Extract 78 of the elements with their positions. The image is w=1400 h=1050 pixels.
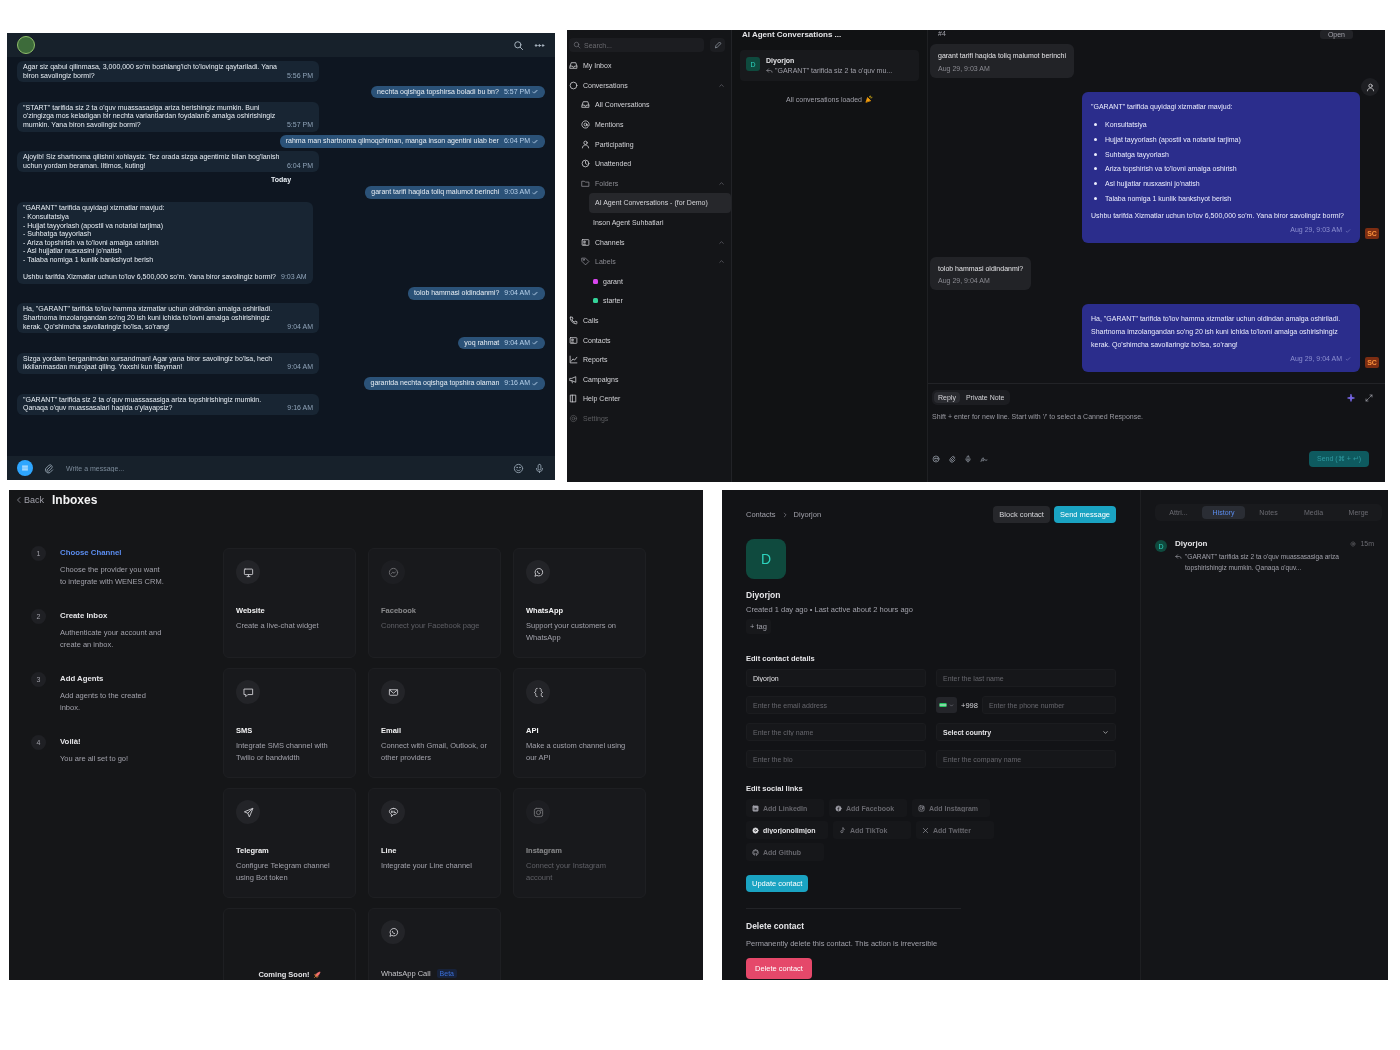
flag-icon	[939, 701, 947, 709]
contact-card-icon	[569, 335, 578, 345]
bullet-icon	[1094, 167, 1097, 171]
x-logo-icon	[922, 826, 929, 834]
folder-icon	[581, 178, 590, 188]
check-icon	[1345, 356, 1351, 363]
line-icon	[387, 806, 399, 818]
sticker-icon[interactable]	[513, 462, 524, 474]
chevron-right-icon	[781, 511, 788, 518]
compose-button[interactable]	[710, 38, 725, 52]
bullet-icon	[1094, 152, 1097, 156]
phone-icon	[569, 316, 578, 325]
whatsapp-icon	[387, 926, 399, 938]
double-check-icon	[532, 290, 539, 298]
country-code-dropdown[interactable]	[936, 697, 957, 713]
pencil-icon	[713, 41, 722, 49]
globe-icon	[752, 826, 759, 834]
chart-icon	[569, 355, 578, 365]
tag-icon	[581, 257, 590, 267]
facebook-icon	[835, 804, 842, 812]
chevron-up-icon	[718, 81, 725, 89]
double-check-icon	[532, 189, 539, 197]
double-check-icon	[532, 380, 539, 388]
tiktok-icon	[839, 826, 846, 834]
whatsapp-icon	[532, 566, 544, 578]
contact-name: Diyorjon	[746, 590, 782, 600]
bullet-icon	[1094, 196, 1097, 200]
check-icon	[1345, 227, 1351, 234]
bullet-icon	[1094, 123, 1097, 127]
contact-avatar: D	[746, 539, 786, 579]
reply-icon	[1175, 553, 1182, 560]
linkedin-icon	[752, 804, 759, 812]
braces-icon	[532, 686, 544, 698]
inbox-icon	[569, 61, 578, 71]
chevron-down-icon	[949, 702, 954, 708]
contact-name: Diyorjon	[1175, 539, 1208, 548]
expand-icon[interactable]	[1365, 393, 1373, 402]
book-icon	[569, 394, 578, 404]
assign-button[interactable]	[1361, 78, 1379, 96]
chevron-up-icon	[718, 238, 725, 246]
inbox-icon	[581, 100, 590, 110]
chevron-down-icon	[1102, 728, 1109, 736]
rocket-icon	[312, 970, 321, 979]
avatar	[17, 36, 35, 54]
bullet-icon	[1094, 137, 1097, 141]
section-title: Delete contact	[746, 921, 806, 931]
monitor-icon	[242, 566, 254, 578]
party-popper-icon	[864, 95, 873, 103]
double-check-icon	[532, 137, 539, 145]
search-icon	[573, 41, 581, 49]
megaphone-icon	[569, 374, 578, 384]
messenger-icon	[387, 566, 399, 578]
paper-plane-icon	[242, 806, 254, 818]
github-icon	[752, 848, 759, 856]
instagram-icon	[532, 806, 544, 818]
menu-button[interactable]	[17, 460, 33, 476]
person-icon	[1365, 82, 1375, 92]
double-check-icon	[532, 339, 539, 347]
clock-icon	[581, 159, 590, 169]
menu-icon	[20, 463, 30, 473]
chevron-up-icon	[718, 179, 725, 187]
page-title: Inboxes	[52, 493, 98, 507]
smiley-icon[interactable]	[932, 455, 940, 463]
bullet-icon	[1094, 181, 1097, 185]
reply-icon	[766, 67, 773, 74]
chevron-up-icon	[718, 258, 725, 266]
person-icon	[581, 139, 590, 149]
envelope-icon	[387, 686, 399, 698]
chat-box-icon	[242, 686, 254, 698]
double-check-icon	[532, 88, 539, 96]
instagram-icon	[918, 804, 925, 812]
chevron-left-icon	[15, 496, 23, 504]
list-title: AI Agent Conversations ...	[741, 30, 843, 41]
sparkle-icon[interactable]	[1347, 393, 1355, 402]
signature-icon[interactable]	[980, 455, 988, 463]
settings-icon	[569, 414, 578, 423]
search-icon[interactable]	[513, 39, 524, 51]
back-link[interactable]: Back	[15, 495, 44, 505]
